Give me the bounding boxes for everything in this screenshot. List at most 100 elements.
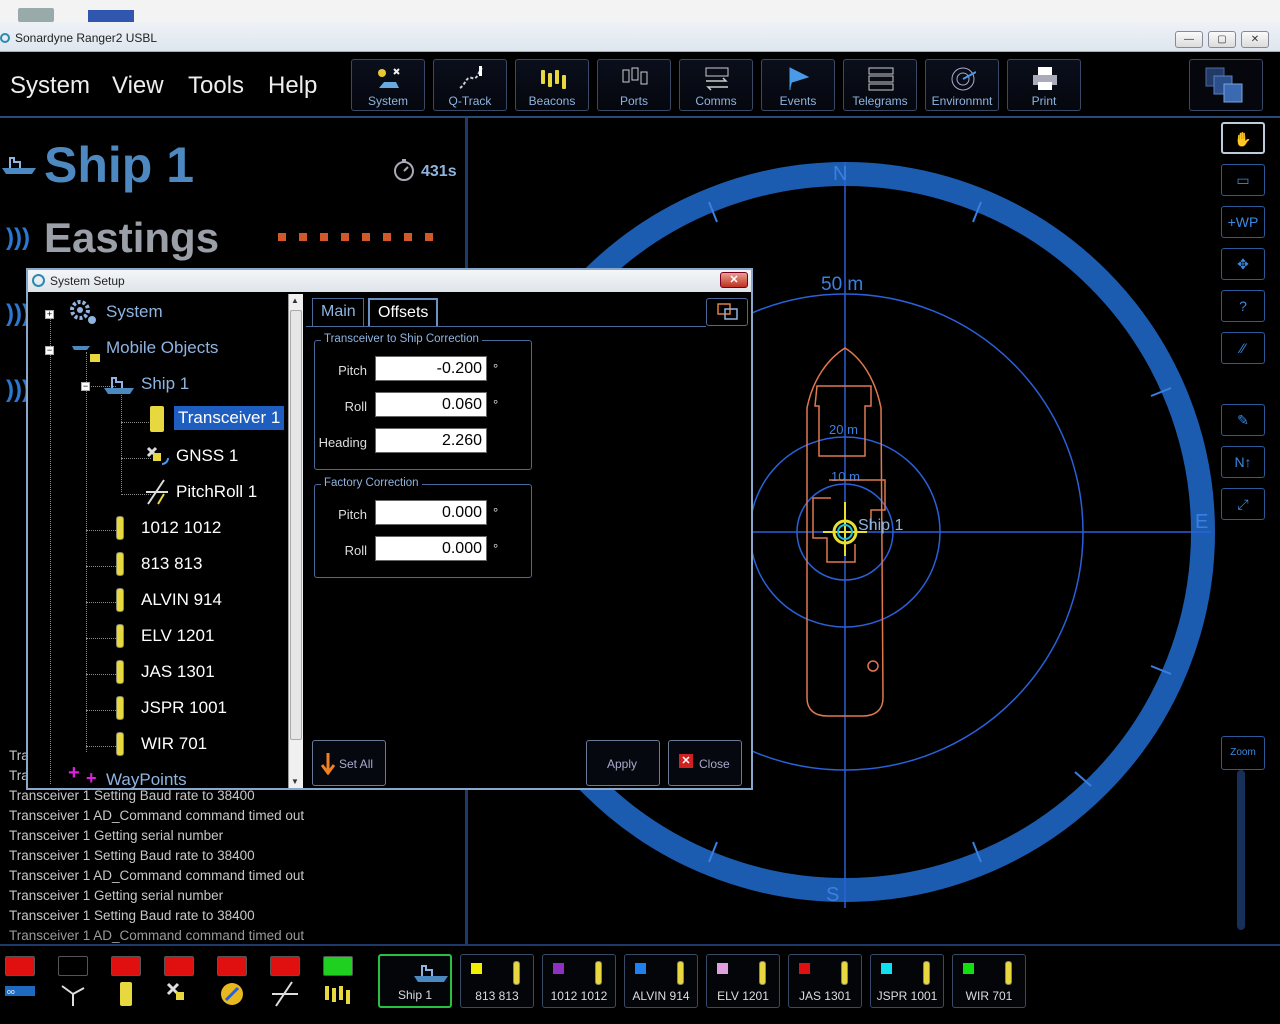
zoom-button[interactable]: Zoom	[1221, 736, 1265, 770]
north-up-icon: N↑	[1234, 454, 1252, 470]
status-led	[217, 956, 247, 976]
set-all-label: Set All	[339, 757, 374, 771]
heading-input[interactable]: 2.260	[375, 428, 487, 453]
ship-title: Ship 1	[44, 137, 195, 193]
expand-icon: ⤢	[1237, 496, 1249, 512]
toolbar-ports-button[interactable]: Ports	[597, 59, 671, 111]
tree-node-beacon[interactable]: 813 813	[141, 554, 202, 574]
pan-tool-button[interactable]: ✋	[1221, 122, 1265, 154]
expand-mobile-objects-toggle[interactable]: −	[45, 346, 54, 355]
tab-offsets[interactable]: Offsets	[368, 298, 438, 326]
tree-node-beacon[interactable]: JAS 1301	[141, 662, 215, 682]
factory-correction-group: Factory Correction Pitch 0.000 ° Roll 0.…	[314, 477, 532, 578]
target-icon	[951, 67, 976, 91]
pitch-input[interactable]: -0.200	[375, 356, 487, 381]
grid-tool-button[interactable]: ⁄⁄	[1221, 332, 1265, 364]
zoom-slider[interactable]	[1237, 770, 1245, 930]
move-tool-button[interactable]: ✥	[1221, 248, 1265, 280]
log-line: Transceiver 1 Setting Baud rate to 38400	[9, 848, 255, 863]
close-button[interactable]: ✕ Close	[668, 740, 742, 786]
notepad-icon: ✎	[1237, 412, 1249, 428]
tree-node-system[interactable]: System	[106, 302, 163, 322]
tree-node-waypoints[interactable]: WayPoints	[106, 770, 187, 788]
tree-node-gnss[interactable]: GNSS 1	[176, 446, 238, 466]
toolbar-print-button[interactable]: Print	[1007, 59, 1081, 111]
range-label-20: 20 m	[829, 422, 858, 437]
telegrams-icon	[868, 67, 894, 91]
eastings-value-placeholder	[278, 228, 448, 241]
degree-unit: °	[493, 361, 499, 376]
apply-button[interactable]: Apply	[586, 740, 660, 786]
scroll-down-icon[interactable]: ▼	[291, 777, 299, 786]
toolbar-comms-button[interactable]: Comms	[679, 59, 753, 111]
help-icon: ?	[1239, 298, 1247, 314]
pitch-label: Pitch	[338, 363, 367, 378]
notes-button[interactable]: ✎	[1221, 404, 1265, 436]
measure-tool-button[interactable]: ▭	[1221, 164, 1265, 196]
beacon-icon	[923, 961, 930, 985]
object-button[interactable]: 813 813	[460, 954, 534, 1008]
toolbar-telegrams-button[interactable]: Telegrams	[843, 59, 917, 111]
scrollbar-thumb[interactable]	[290, 310, 302, 740]
status-bar: oo Ship 1 813 813 1012 1012 ALVIN 914 EL…	[0, 944, 1280, 1024]
object-button-ship[interactable]: Ship 1	[378, 954, 452, 1008]
minimize-button[interactable]: —	[1175, 31, 1203, 48]
toolbar-environment-button[interactable]: Environmnt	[925, 59, 999, 111]
fit-view-button[interactable]: ⤢	[1221, 488, 1265, 520]
printer-icon	[1033, 67, 1057, 90]
expand-system-toggle[interactable]: +	[45, 310, 54, 319]
dialog-close-button[interactable]: ✕	[720, 272, 748, 288]
north-up-button[interactable]: N↑	[1221, 446, 1265, 478]
toolbar-beacons-button[interactable]: Beacons	[515, 59, 589, 111]
tree-node-beacon[interactable]: ELV 1201	[141, 626, 214, 646]
object-button[interactable]: 1012 1012	[542, 954, 616, 1008]
roll-input[interactable]: 0.060	[375, 392, 487, 417]
tree-node-mobile-objects[interactable]: Mobile Objects	[106, 338, 218, 358]
dialog-title: System Setup	[50, 274, 125, 288]
expand-ship-toggle[interactable]: −	[81, 382, 90, 391]
object-button[interactable]: ELV 1201	[706, 954, 780, 1008]
tree-node-beacon[interactable]: JSPR 1001	[141, 698, 227, 718]
factory-pitch-label: Pitch	[338, 507, 367, 522]
object-button[interactable]: ALVIN 914	[624, 954, 698, 1008]
menu-system[interactable]: System	[10, 72, 90, 100]
scroll-up-icon[interactable]: ▲	[291, 296, 299, 305]
beacon-icon	[841, 961, 848, 985]
menu-view[interactable]: View	[112, 72, 164, 100]
tree-node-ship[interactable]: Ship 1	[141, 374, 189, 394]
factory-roll-input[interactable]: 0.000	[375, 536, 487, 561]
tree-node-beacon[interactable]: ALVIN 914	[141, 590, 222, 610]
close-x-icon: ✕	[679, 754, 693, 768]
menu-help[interactable]: Help	[268, 72, 317, 100]
settings-pane: Main Offsets Transceiver to Ship Correct…	[306, 294, 751, 788]
tree-scrollbar[interactable]: ▲ ▼	[288, 294, 303, 788]
query-tool-button[interactable]: ?	[1221, 290, 1265, 322]
toolbar-qtrack-button[interactable]: Q-Track	[433, 59, 507, 111]
set-all-button[interactable]: Set All	[312, 740, 386, 786]
windows-icon	[1205, 67, 1243, 103]
tree-node-transceiver[interactable]: Transceiver 1	[174, 406, 285, 430]
log-line: Transceiver 1 AD_Command command timed o…	[9, 928, 305, 943]
maximize-button[interactable]: ▢	[1208, 31, 1236, 48]
menu-tools[interactable]: Tools	[188, 72, 244, 100]
object-button[interactable]: JAS 1301	[788, 954, 862, 1008]
move-icon: ✥	[1237, 256, 1249, 272]
tree-node-beacon[interactable]: WIR 701	[141, 734, 207, 754]
object-button[interactable]: JSPR 1001	[870, 954, 944, 1008]
toolbar-label: Telegrams	[852, 94, 908, 108]
window-layout-button[interactable]	[1189, 59, 1263, 111]
object-button[interactable]: WIR 701	[952, 954, 1026, 1008]
apply-label: Apply	[607, 757, 638, 771]
arrow-down-icon	[321, 753, 335, 775]
dock-window-button[interactable]	[706, 298, 748, 326]
tree-node-pitchroll[interactable]: PitchRoll 1	[176, 482, 257, 502]
compass-s: S	[826, 884, 839, 906]
tree-node-beacon[interactable]: 1012 1012	[141, 518, 221, 538]
toolbar-events-button[interactable]: Events	[761, 59, 835, 111]
factory-pitch-input[interactable]: 0.000	[375, 500, 487, 525]
add-waypoint-button[interactable]: +WP	[1221, 206, 1265, 238]
toolbar-system-button[interactable]: System	[351, 59, 425, 111]
beacon-icon	[116, 552, 124, 576]
close-window-button[interactable]: ✕	[1241, 31, 1269, 48]
tab-main[interactable]: Main	[312, 298, 364, 326]
